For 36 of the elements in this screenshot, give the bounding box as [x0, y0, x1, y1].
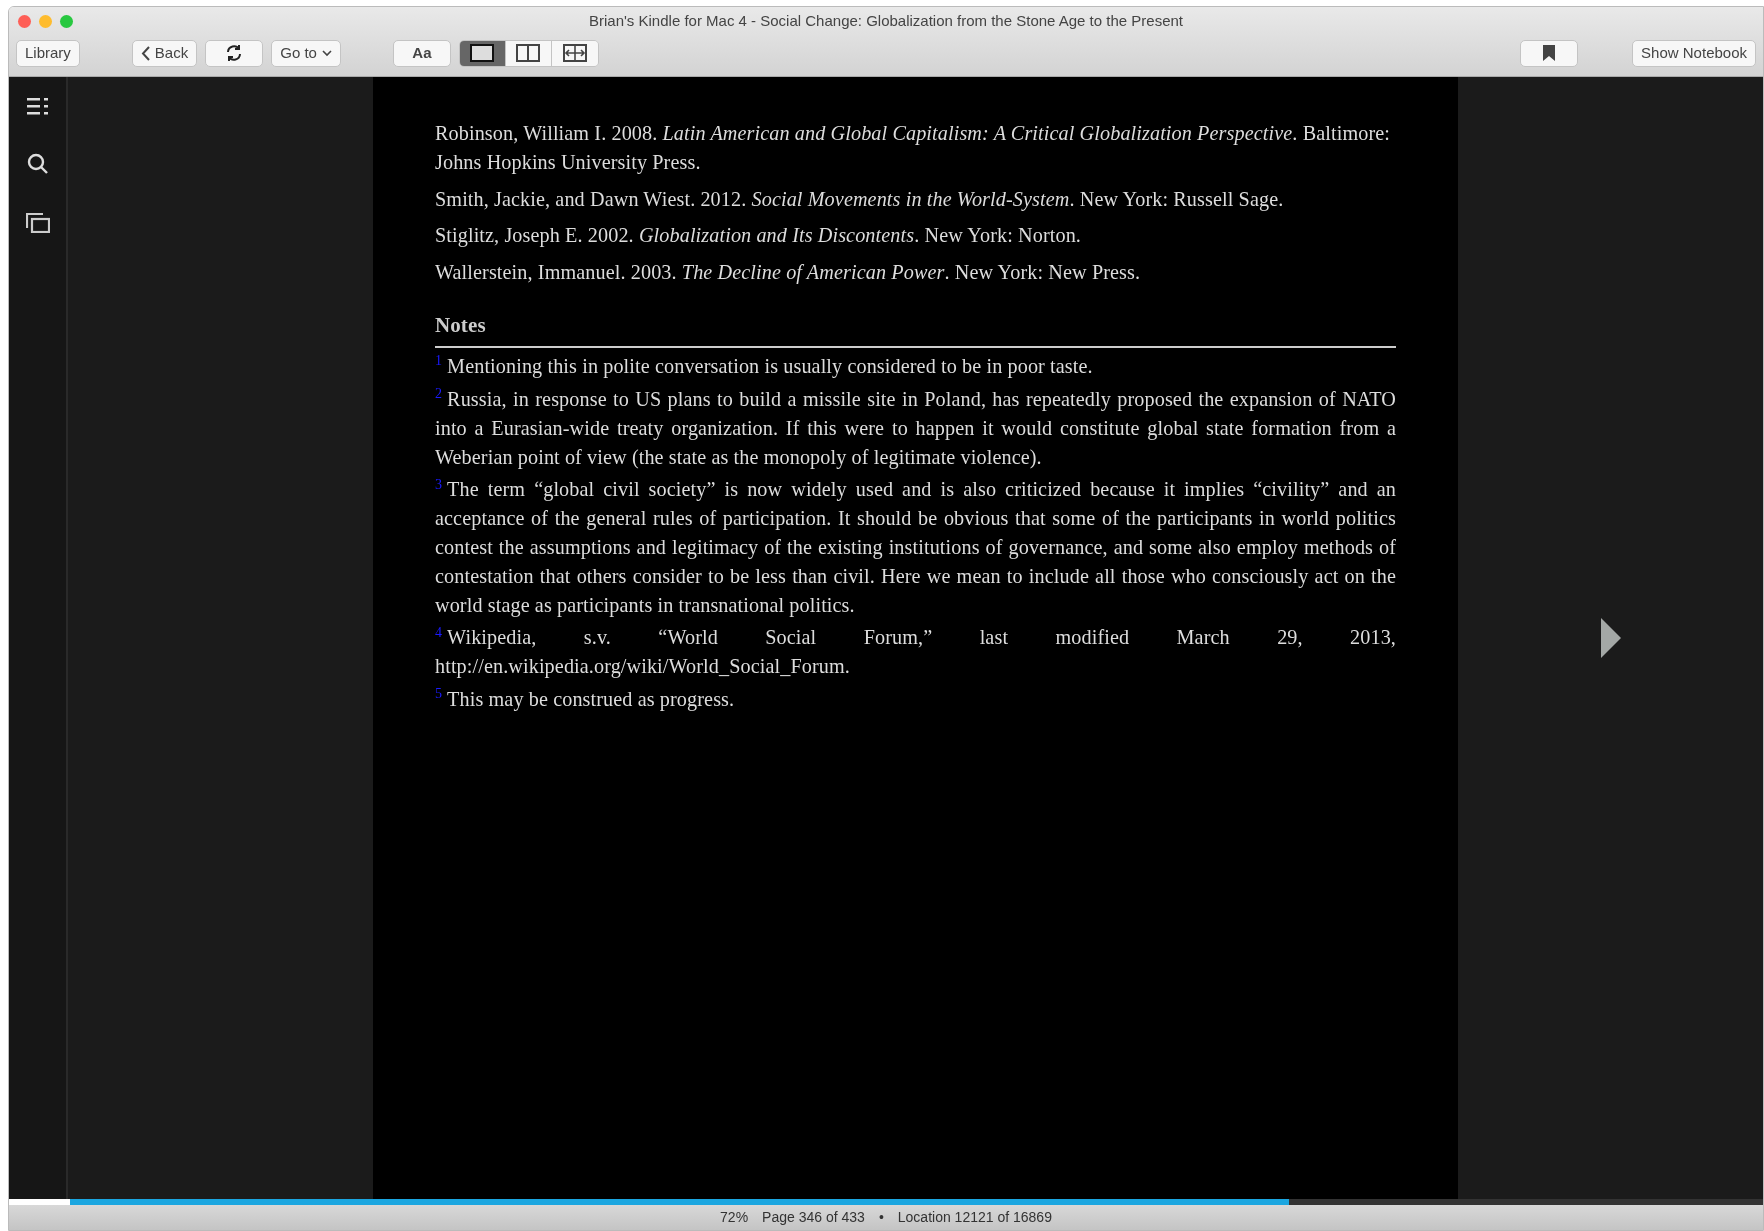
separator-dot: • [878, 1208, 884, 1227]
window-title: Brian's Kindle for Mac 4 - Social Change: Globalization from the Stone Age to the Present [588, 10, 1184, 31]
fit-page-view-button[interactable] [551, 40, 598, 66]
table-of-contents-icon[interactable] [26, 97, 49, 115]
sync-button[interactable] [205, 39, 264, 67]
show-notebook-button[interactable]: Show Notebook [1632, 39, 1756, 67]
footnote: $^{2}$ Russia, in response to US plans to build a missile site in Poland, has repeatedly proposed the expansion of NATO into a Eurasian-wide treaty organization. If this were to happen it would constitute global state formation from a Weberian point of view (the state as the monopoly of legitimate violence). [435, 385, 1396, 471]
reading-percent: 72% [720, 1208, 749, 1227]
double-page-view-button[interactable] [505, 40, 552, 66]
two-column-icon [516, 44, 541, 62]
reference-entry: Stiglitz, Joseph E. 2002. Globalization and Its Discontents. New York: Norton. [435, 223, 1082, 249]
reference-entry: Smith, Jackie, and Dawn Wiest. 2012. Social Movements in the World-System. New York: Russell Sage. [435, 186, 1285, 213]
notes-heading: Notes [435, 313, 1396, 349]
footnote: $^{4}$ Wikipedia, s.v. “World Social Forum,” last modified March 29, 2013, http://en.wikipedia.org/wiki/World_Social_Forum. [435, 623, 1396, 680]
back-button[interactable]: Back [131, 39, 198, 67]
footnote: $^{3}$ The term “global civil society” is now widely used and is also criticized because it implies “civility” and an acceptance of the general rules of participation. It should be obvious that some of the participants in world politics contest the assumptions and legitimacy of the existing institutions of governance, and some also employ methods of contestation that others consider to be less than civil. Here we mean to include all those who consciously act on the world stage as participants in transnational politics. [435, 475, 1396, 619]
reference-entry: Robinson, William I. 2008. Latin American and Global Capitalism: A Critical Globalization Perspective. Baltimore: Johns Hopkins University Press. [435, 121, 1391, 176]
goto-dropdown[interactable]: Go to [271, 39, 341, 67]
library-button[interactable]: Library [16, 39, 80, 67]
flashcards-icon[interactable] [25, 213, 50, 233]
caret-icon [321, 49, 332, 57]
next-page-icon[interactable] [1600, 618, 1621, 658]
search-icon[interactable] [26, 153, 49, 175]
single-page-view-button[interactable] [459, 40, 506, 66]
fit-width-icon [562, 44, 587, 62]
bookmark-button[interactable] [1520, 39, 1579, 67]
footnote: $^{5}$ This may be construed as progress. [435, 685, 736, 713]
reference-entry: Wallerstein, Immanuel. 2003. The Decline of American Power. New York: New Press. [435, 260, 1142, 286]
sync-icon [225, 44, 244, 62]
footnote: $^{1}$ Mentioning this in polite conversation is usually considered to be in poor taste. [435, 352, 1094, 380]
page-number: Page 346 of 433 [762, 1208, 865, 1227]
chevron-left-icon [140, 45, 150, 61]
bookmark-icon [1543, 45, 1556, 61]
font-settings-button[interactable]: Aa [392, 39, 451, 67]
single-page-icon [470, 44, 495, 62]
location-number: Location 12121 of 16869 [897, 1208, 1052, 1227]
